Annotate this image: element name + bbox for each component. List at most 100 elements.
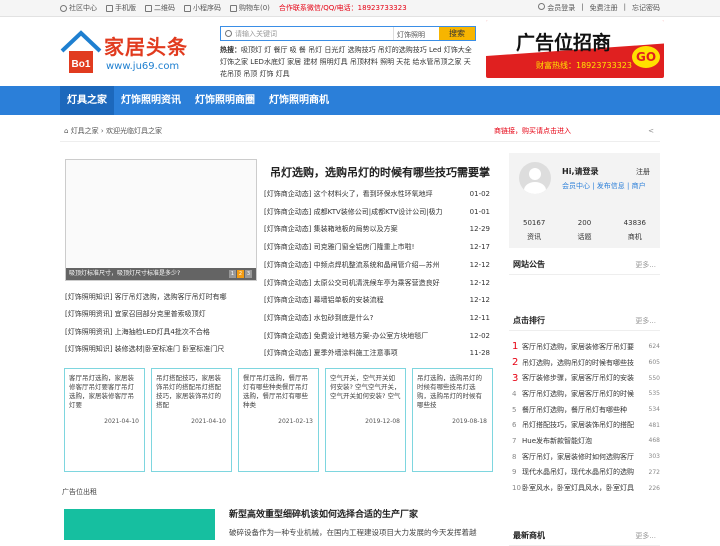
list-item[interactable]: [灯饰商企动态] 司克雅门窗全铝房门隆重上市啦! 12-17 <box>264 239 490 257</box>
knowledge-list: [灯饰照明知识] 客厅吊灯选购，选购客厅吊灯时有哪 [灯饰照明资讯] 宜家召回部… <box>65 289 261 358</box>
main-nav: 灯具之家 灯饰照明资讯 灯饰照明商圈 灯饰照明商机 <box>0 86 720 115</box>
header: Bo1 家居头条 www.ju69.com 请输入关键词 灯饰照明 搜索 热搜：… <box>0 17 720 86</box>
qrcode-icon <box>145 4 152 12</box>
nav-lamp-home[interactable]: 灯具之家 <box>60 86 114 115</box>
list-item[interactable]: [灯饰照明资讯] 上海抽检LED灯具4批次不合格 <box>65 324 261 341</box>
article-card[interactable]: 客厅吊灯选购，家居装修客厅吊灯要客厅吊灯选购，家居装修客厅吊灯要 2021-04-… <box>64 368 145 472</box>
slide-caption[interactable]: 吸顶灯标准尺寸，吸顶灯尺寸标准是多少? <box>66 268 256 280</box>
search-input[interactable]: 请输入关键词 <box>221 27 393 40</box>
search-icon <box>225 30 232 37</box>
list-item[interactable]: [灯饰商企动态] 水包砂到底是什么? 12-11 <box>264 310 490 328</box>
logo-url: www.ju69.com <box>106 61 180 72</box>
phone-icon <box>106 4 113 12</box>
list-item[interactable]: [灯饰商企动态] 集装箱地板的局势以及方案 12-29 <box>264 221 490 239</box>
rank-item[interactable]: 7 Hue发布新款智能灯泡 468 <box>512 433 660 449</box>
rank-item[interactable]: 6 吊灯搭配技巧，家居装饰吊灯的搭配 481 <box>512 417 660 433</box>
site-logo[interactable]: Bo1 家居头条 www.ju69.com <box>60 25 210 83</box>
miniprogram-link[interactable]: 小程序码 <box>184 3 221 13</box>
user-panel: Hi,请登录 注册 会员中心 | 发布信息 | 商户 50167 资讯 200 话题… <box>509 153 660 248</box>
breadcrumb-home[interactable]: 灯具之家 <box>71 127 99 135</box>
house-logo-icon: Bo1 <box>60 30 102 73</box>
top-bar-left: 社区中心 手机版 二维码 小程序码 购物车(0) 合作联系微信/QQ/电话：18… <box>60 3 407 13</box>
article-card[interactable]: 空气开关，空气开关如何安装? 空气空气开关，空气开关如何安装? 空气 2019-1… <box>325 368 406 472</box>
list-item[interactable]: [灯饰商企动态] 免费设计地毯方案-办公室方块地毯厂 12-02 <box>264 328 490 346</box>
rank-item[interactable]: 8 客厅吊灯，家居装修时如何选购客厅 303 <box>512 449 660 465</box>
avatar <box>519 162 551 194</box>
home-icon: ⌂ <box>64 127 69 135</box>
logo-name: 家居头条 <box>104 35 188 59</box>
rank-item[interactable]: 4 客厅吊灯选购，家居客厅吊灯的时候 535 <box>512 386 660 402</box>
share-icon[interactable]: < <box>648 120 654 142</box>
login-prompt[interactable]: Hi,请登录 <box>562 166 598 177</box>
list-item[interactable]: [灯饰商企动态] 幕墙铝单板的安装流程 12-12 <box>264 292 490 310</box>
rank-item[interactable]: 2 吊灯选购，选购吊灯的时候有哪些技 605 <box>512 355 660 371</box>
cart-link[interactable]: 购物车(0) <box>230 3 270 13</box>
nav-lighting-news[interactable]: 灯饰照明资讯 <box>114 86 188 115</box>
slide-dot-2[interactable]: 2 <box>237 270 244 278</box>
stat-topics[interactable]: 200 话题 <box>559 216 609 244</box>
more-link[interactable]: 更多... <box>635 316 656 326</box>
register-link[interactable]: 免费注册 <box>590 3 618 13</box>
login-link[interactable]: 会员登录 <box>538 3 575 13</box>
ad-hotline: 财富热线：18923733323 <box>536 61 632 70</box>
article-card[interactable]: 吊灯搭配技巧，家居装饰吊灯的搭配吊灯搭配技巧，家居装饰吊灯的搭配 2021-04-… <box>151 368 232 472</box>
slide-dot-1[interactable]: 1 <box>229 270 236 278</box>
headline[interactable]: 吊灯选购，选购吊灯的时候有哪些技巧需要掌 <box>270 164 490 180</box>
list-item[interactable]: [灯饰照明知识] 装修选材|卧室标准门 卧室标准门尺 <box>65 341 261 358</box>
top-bar-right: 会员登录 | 免费注册 | 忘记密码 <box>538 3 660 13</box>
rank-item[interactable]: 9 现代水晶吊灯，现代水晶吊灯的选购 272 <box>512 465 660 481</box>
article-cards: 客厅吊灯选购，家居装修客厅吊灯要客厅吊灯选购，家居装修客厅吊灯要 2021-04-… <box>64 368 493 472</box>
slide-dot-3[interactable]: 3 <box>245 270 252 278</box>
svg-text:Bo1: Bo1 <box>72 59 91 70</box>
qrcode-link[interactable]: 二维码 <box>145 3 175 13</box>
bottom-article-title[interactable]: 新型高效重型细碎机该如何选择合适的生产厂家 <box>229 507 418 520</box>
hot-keyword-list[interactable]: 吸顶灯 灯 餐厅 吸 餐 吊灯 日光灯 选购技巧 吊灯的选购技巧 Led 灯饰大… <box>220 46 472 78</box>
list-item[interactable]: [灯饰商企动态] 这个材料火了，看到环保水性环氧地坪 01-02 <box>264 186 490 204</box>
rank-item[interactable]: 5 餐厅吊灯选购，餐厅吊灯有哪些种 534 <box>512 402 660 418</box>
stat-news[interactable]: 50167 资讯 <box>509 216 559 244</box>
home-icon <box>60 4 67 12</box>
breadcrumb: ⌂ 灯具之家 › 欢迎光临灯具之家 商链接，购买请点击进入 < <box>60 120 660 142</box>
stat-opportunities[interactable]: 43836 商机 <box>610 216 660 244</box>
forgot-password-link[interactable]: 忘记密码 <box>632 3 660 13</box>
search-bar: 请输入关键词 灯饰照明 搜索 <box>220 26 476 41</box>
click-ranking-list: 1 客厅吊灯选购，家居装修客厅吊灯要 624 2 吊灯选购，选购吊灯的时候有哪些技 60… <box>512 339 660 496</box>
latest-section-header: 最新商机 更多... <box>509 524 660 546</box>
user-links[interactable]: 会员中心 | 发布信息 | 商户 <box>562 181 646 191</box>
register-button[interactable]: 注册 <box>636 167 650 177</box>
featured-slideshow[interactable]: 吸顶灯标准尺寸，吸顶灯尺寸标准是多少? 1 2 3 <box>65 159 257 281</box>
article-thumbnail[interactable] <box>64 509 215 540</box>
business-link-notice[interactable]: 商链接，购买请点击进入 <box>494 120 571 142</box>
community-link[interactable]: 社区中心 <box>60 3 97 13</box>
rank-item[interactable]: 1 客厅吊灯选购，家居装修客厅吊灯要 624 <box>512 339 660 355</box>
top-bar: 社区中心 手机版 二维码 小程序码 购物车(0) 合作联系微信/QQ/电话：18… <box>0 0 720 17</box>
list-item[interactable]: [灯饰商企动态] 中频点焊机整流系统和晶闸管介绍—苏州 12-12 <box>264 257 490 275</box>
more-link[interactable]: 更多... <box>635 260 656 270</box>
article-card[interactable]: 吊灯选购，选购吊灯的时候有哪些技吊灯选购，选购吊灯的时候有哪些技 2019-08-… <box>412 368 493 472</box>
list-item[interactable]: [灯饰商企动态] 太原公交司机清洗候车亭为乘客营造良好 12-12 <box>264 275 490 293</box>
user-icon <box>538 3 546 10</box>
top-ad-banner[interactable]: 广告位招商 财富热线：18923733323 GO <box>486 20 664 78</box>
ad-rental-banner[interactable]: 广告位出租 <box>62 487 97 497</box>
list-item[interactable]: [灯饰照明知识] 客厅吊灯选购，选购客厅吊灯时有哪 <box>65 289 261 306</box>
list-item[interactable]: [灯饰商企动态] 成都KTV装修公司|成都KTV设计公司|极力 01-01 <box>264 204 490 222</box>
nav-lighting-business[interactable]: 灯饰照明商圈 <box>188 86 262 115</box>
breadcrumb-welcome: 欢迎光临灯具之家 <box>105 127 162 135</box>
search-button[interactable]: 搜索 <box>439 27 475 40</box>
nav-lighting-opportunity[interactable]: 灯饰照明商机 <box>262 86 336 115</box>
rank-item[interactable]: 3 客厅装修步骤，家居客厅吊灯的安装 550 <box>512 370 660 386</box>
miniprogram-icon <box>184 4 191 12</box>
news-list: [灯饰商企动态] 这个材料火了，看到环保水性环氧地坪 01-02 [灯饰商企动态]… <box>264 186 490 363</box>
bottom-article-desc: 破碎设备作为一种专业机械，在国内工程建设项目大力发展的今天发挥着越 <box>229 528 477 537</box>
ad-title: 广告位招商 <box>516 32 612 54</box>
rank-item[interactable]: 10 卧室风水，卧室灯具风水，卧室灯具 226 <box>512 480 660 496</box>
notice-section-header: 网站公告 更多... <box>509 253 660 275</box>
contact-info: 合作联系微信/QQ/电话：18923733323 <box>278 4 407 12</box>
list-item[interactable]: [灯饰照明资讯] 宜家召回部分克里普索吸顶灯 <box>65 306 261 323</box>
mobile-link[interactable]: 手机版 <box>106 3 136 13</box>
search-category-select[interactable]: 灯饰照明 <box>393 27 439 40</box>
ad-go-badge: GO <box>632 46 660 68</box>
list-item[interactable]: [灯饰商企动态] 夏季外墙涂料施工注意事项 11-28 <box>264 345 490 363</box>
slide-dots: 1 2 3 <box>229 270 252 278</box>
article-card[interactable]: 餐厅吊灯选购，餐厅吊灯有哪些种类餐厅吊灯选购，餐厅吊灯有哪些种类 2021-02-… <box>238 368 319 472</box>
